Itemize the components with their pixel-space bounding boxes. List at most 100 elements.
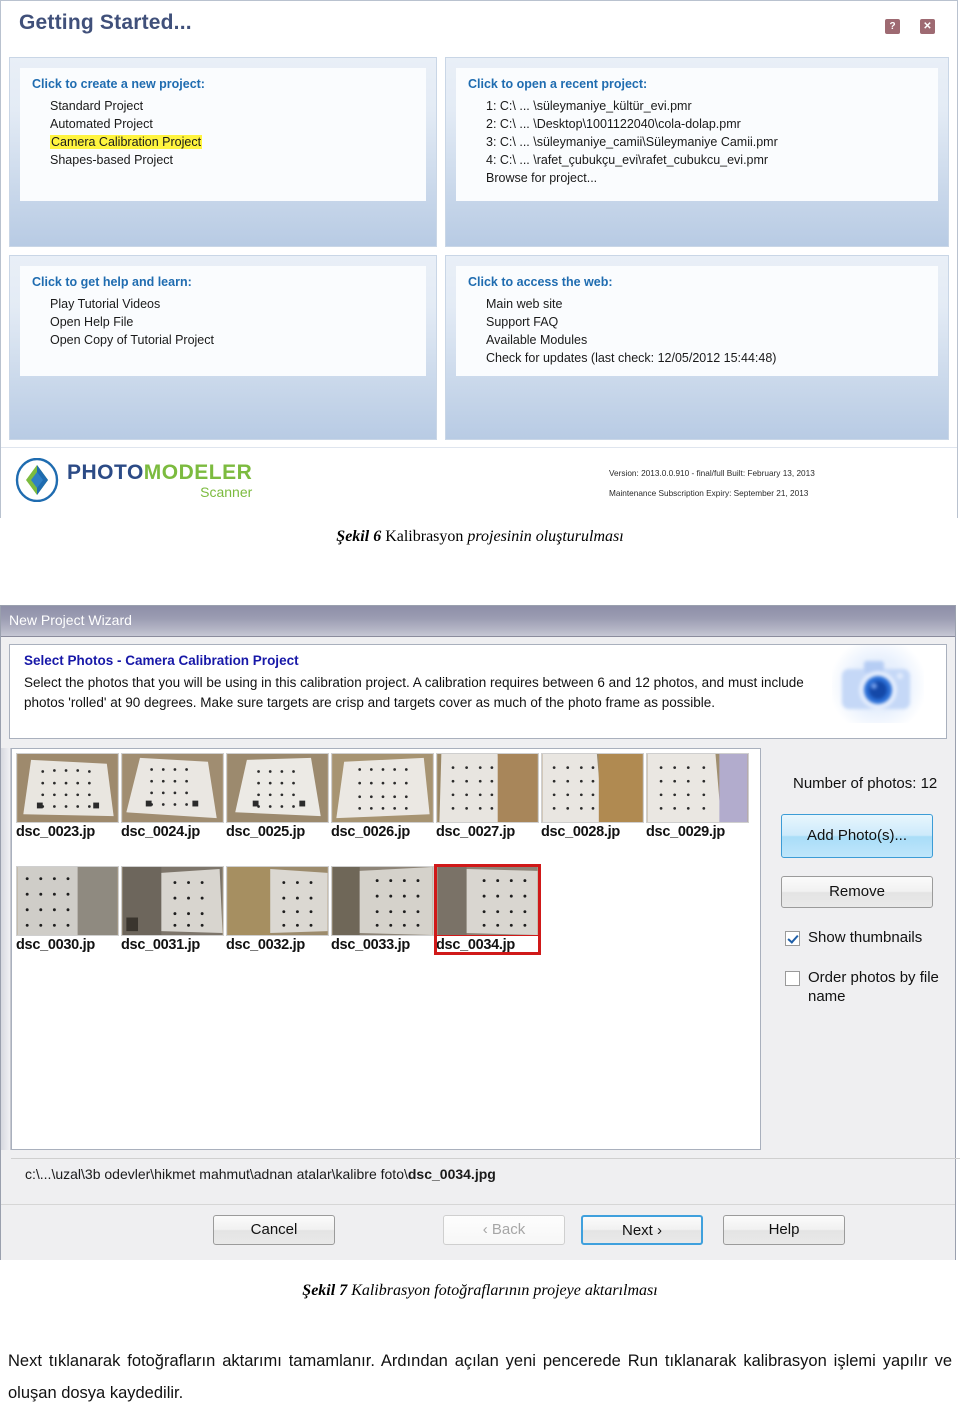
panel-help-learn-title: Click to get help and learn: xyxy=(32,275,192,289)
close-icon[interactable]: ✕ xyxy=(920,19,935,34)
link-shapes-based-project[interactable]: Shapes-based Project xyxy=(20,151,426,169)
link-standard-project[interactable]: Standard Project xyxy=(20,97,426,115)
recent-project-3[interactable]: 3: C:\ ... \süleymaniye_camii\Süleymaniy… xyxy=(456,133,938,151)
photo-thumbnail xyxy=(16,753,119,823)
photo-filename: dsc_0029.jp xyxy=(646,824,725,840)
photo-thumbnail xyxy=(331,753,434,823)
photo-item[interactable]: dsc_0028.jp xyxy=(541,753,644,840)
show-thumbnails-checkbox[interactable] xyxy=(785,931,800,947)
photo-item[interactable]: dsc_0024.jp xyxy=(121,753,224,840)
photo-row-1: dsc_0023.jp dsc_0024.jp dsc_0025.jp dsc_… xyxy=(16,753,760,840)
maintenance-line: Maintenance Subscription Expiry: Septemb… xyxy=(609,487,809,498)
logo-word-photo: PHOTO xyxy=(67,460,144,484)
link-available-modules[interactable]: Available Modules xyxy=(456,331,938,349)
order-by-filename-row[interactable]: Order photos by file name xyxy=(785,968,947,1007)
photo-thumbnail xyxy=(121,866,224,936)
photo-row-2: dsc_0030.jp dsc_0031.jp dsc_0032.jp dsc_… xyxy=(16,864,760,955)
help-icon[interactable]: ? xyxy=(885,19,900,34)
panel-recent-project-title: Click to open a recent project: xyxy=(468,77,648,91)
link-open-help-file[interactable]: Open Help File xyxy=(20,313,426,331)
logo-word-scanner: Scanner xyxy=(200,483,253,500)
order-by-filename-checkbox[interactable] xyxy=(785,970,800,986)
window-controls: ? ✕ xyxy=(885,19,935,34)
calibration-target-image xyxy=(227,754,328,822)
show-thumbnails-row[interactable]: Show thumbnails xyxy=(785,928,947,948)
calibration-target-image xyxy=(332,867,433,935)
version-line: Version: 2013.0.0.910 - final/full Built… xyxy=(609,468,815,478)
photomodeler-wordmark: PHOTOMODELER Scanner xyxy=(67,462,252,499)
link-shapes-based-project-label: Shapes-based Project xyxy=(50,153,173,167)
selected-file-path-prefix: c:\...\uzal\3b odevler\hikmet mahmut\adn… xyxy=(25,1166,408,1182)
photo-list-scrollbar[interactable] xyxy=(1,748,11,1150)
photo-item[interactable]: dsc_0032.jp xyxy=(226,866,329,953)
photo-thumbnail xyxy=(121,753,224,823)
photo-count-label: Number of photos: 12 xyxy=(793,775,938,792)
photo-item[interactable]: dsc_0026.jp xyxy=(331,753,434,840)
link-camera-calibration-project-label: Camera Calibration Project xyxy=(50,135,203,149)
link-automated-project[interactable]: Automated Project xyxy=(20,115,426,133)
version-info: Version: 2013.0.0.910 - final/full Built… xyxy=(609,464,815,503)
photo-item[interactable]: dsc_0029.jp xyxy=(646,753,749,840)
panel-access-web: Click to access the web: Main web site S… xyxy=(445,255,949,440)
figure-6-caption-bold: Şekil 6 xyxy=(336,528,382,545)
calibration-target-image xyxy=(437,867,538,935)
recent-project-1[interactable]: 1: C:\ ... \süleymaniye_kültür_evi.pmr xyxy=(456,97,938,115)
wizard-step-description: Select the photos that you will be using… xyxy=(24,675,804,710)
photo-thumbnail-list[interactable]: dsc_0023.jp dsc_0024.jp dsc_0025.jp dsc_… xyxy=(11,748,761,1150)
next-button[interactable]: Next › xyxy=(581,1215,703,1245)
photomodeler-logo-icon xyxy=(15,458,59,502)
link-automated-project-label: Automated Project xyxy=(50,117,153,131)
photo-item[interactable]: dsc_0031.jp xyxy=(121,866,224,953)
photo-item[interactable]: dsc_0030.jp xyxy=(16,866,119,953)
calibration-target-image xyxy=(542,754,643,822)
photo-thumbnail xyxy=(226,866,329,936)
link-camera-calibration-project[interactable]: Camera Calibration Project xyxy=(20,133,426,151)
back-button[interactable]: ‹ Back xyxy=(443,1215,565,1245)
recent-project-4[interactable]: 4: C:\ ... \rafet_çubukçu_evi\rafet_cubu… xyxy=(456,151,938,169)
cancel-button[interactable]: Cancel xyxy=(213,1215,335,1245)
calibration-target-image xyxy=(647,754,748,822)
photo-item-selected[interactable]: dsc_0034.jp xyxy=(434,864,541,955)
photo-filename: dsc_0030.jp xyxy=(16,937,95,953)
link-play-tutorial-videos[interactable]: Play Tutorial Videos xyxy=(20,295,426,313)
link-open-tutorial-project[interactable]: Open Copy of Tutorial Project xyxy=(20,331,426,349)
panel-new-project-title: Click to create a new project: xyxy=(32,77,205,91)
remove-photo-button[interactable]: Remove xyxy=(781,876,933,909)
figure-6-caption-plain: Kalibrasyon xyxy=(381,528,468,545)
figure-7-caption: Şekil 7 Kalibrasyon fotoğraflarının proj… xyxy=(0,1282,960,1300)
photo-filename: dsc_0034.jp xyxy=(436,937,515,953)
wizard-side-panel: Number of photos: 12 Add Photo(s)... Rem… xyxy=(771,748,947,1150)
calibration-target-image xyxy=(437,754,538,822)
photo-filename: dsc_0031.jp xyxy=(121,937,200,953)
photo-filename: dsc_0032.jp xyxy=(226,937,305,953)
link-check-for-updates[interactable]: Check for updates (last check: 12/05/201… xyxy=(456,349,938,367)
help-button[interactable]: Help xyxy=(723,1215,845,1245)
photo-filename: dsc_0023.jp xyxy=(16,824,95,840)
photo-item[interactable]: dsc_0033.jp xyxy=(331,866,434,953)
photo-thumbnail xyxy=(16,866,119,936)
panel-access-web-title: Click to access the web: xyxy=(468,275,613,289)
page-title: Getting Started... xyxy=(19,11,192,34)
browse-for-project[interactable]: Browse for project... xyxy=(456,169,938,187)
recent-project-2[interactable]: 2: C:\ ... \Desktop\1001122040\cola-dola… xyxy=(456,115,938,133)
panel-access-web-card: Click to access the web: Main web site S… xyxy=(456,266,938,376)
camera-icon-backdrop xyxy=(832,645,924,723)
photo-thumbnail xyxy=(331,866,434,936)
photo-filename: dsc_0028.jp xyxy=(541,824,620,840)
add-photos-button[interactable]: Add Photo(s)... xyxy=(781,814,933,859)
getting-started-titlebar: Getting Started... ? ✕ xyxy=(1,1,957,48)
link-main-web-site[interactable]: Main web site xyxy=(456,295,938,313)
selected-file-name: dsc_0034.jpg xyxy=(407,1166,496,1182)
photo-thumbnail xyxy=(646,753,749,823)
panel-new-project-card: Click to create a new project: Standard … xyxy=(20,68,426,201)
logo-word-modeler: MODELER xyxy=(143,460,253,484)
photo-item[interactable]: dsc_0025.jp xyxy=(226,753,329,840)
photo-item[interactable]: dsc_0023.jp xyxy=(16,753,119,840)
calibration-target-image xyxy=(122,754,223,822)
getting-started-window: Getting Started... ? ✕ Click to create a… xyxy=(0,0,958,518)
figure-7-caption-bold: Şekil 7 xyxy=(302,1282,348,1299)
link-support-faq[interactable]: Support FAQ xyxy=(456,313,938,331)
photo-item[interactable]: dsc_0027.jp xyxy=(436,753,539,840)
getting-started-footer: PHOTOMODELER Scanner Version: 2013.0.0.9… xyxy=(1,447,957,518)
new-project-wizard-window: New Project Wizard Select Photos - Camer… xyxy=(0,605,960,1260)
